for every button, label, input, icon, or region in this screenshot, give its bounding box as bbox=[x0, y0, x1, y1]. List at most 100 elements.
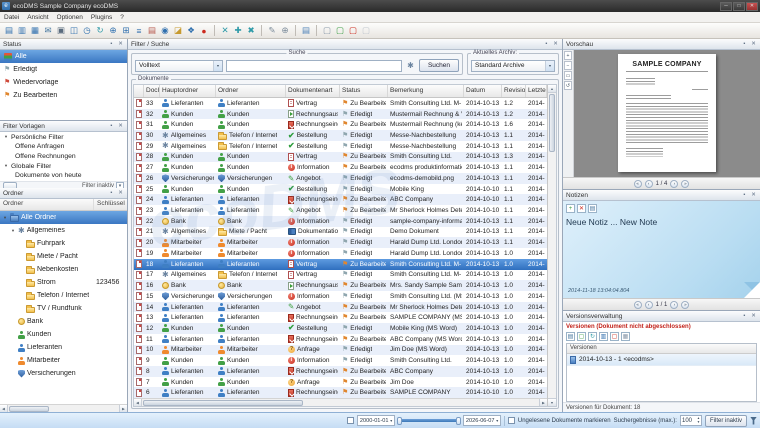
table-row[interactable]: 29✱AllgemeinesTelefon / Internet✔Bestell… bbox=[134, 141, 547, 152]
preview-canvas[interactable]: SAMPLE COMPANY bbox=[574, 50, 760, 177]
folder-tree-item[interactable]: Versicherungen bbox=[0, 367, 127, 380]
refresh-icon[interactable]: ↻ bbox=[94, 25, 106, 37]
doc-history-icon[interactable]: ▢ bbox=[360, 25, 372, 37]
pin-icon[interactable]: ▪ bbox=[543, 41, 550, 48]
status-item[interactable]: ⚑Zu Bearbeiten bbox=[0, 89, 127, 102]
table-row[interactable]: 9KundenKundeniInformation⚑ErledigtSmith … bbox=[134, 355, 547, 366]
menu-item[interactable]: ? bbox=[116, 12, 128, 22]
close-icon[interactable]: ✕ bbox=[117, 41, 124, 48]
zoom-out-icon[interactable]: − bbox=[564, 61, 572, 70]
column-header[interactable]: Status bbox=[340, 85, 388, 97]
folder-tree-item[interactable]: ▾✱Allgemeines bbox=[0, 224, 127, 237]
column-header[interactable]: DocID bbox=[144, 85, 160, 97]
table-row[interactable]: 22BankBankiInformation⚑Erledigtsample-co… bbox=[134, 216, 547, 227]
column-header[interactable]: Hauptordner bbox=[160, 85, 216, 97]
first-page-button[interactable]: « bbox=[634, 301, 642, 309]
date-range-slider[interactable] bbox=[398, 419, 460, 422]
left-arrow-icon[interactable]: ◀ bbox=[0, 405, 8, 412]
pin-icon[interactable]: ▪ bbox=[741, 192, 748, 199]
table-row[interactable]: 26VersicherungenVersicherungen✎Angebot⚑E… bbox=[134, 173, 547, 184]
column-header[interactable]: Ordner bbox=[216, 85, 286, 97]
column-header[interactable] bbox=[134, 85, 144, 97]
table-row[interactable]: 17✱AllgemeinesTelefon / InternetVertrag⚑… bbox=[134, 270, 547, 281]
status-item[interactable]: ⚑Erledigt bbox=[0, 63, 127, 76]
table-row[interactable]: 20MitarbeiterMitarbeiteriInformation⚑Erl… bbox=[134, 237, 547, 248]
search-input[interactable] bbox=[226, 60, 402, 72]
archive-select[interactable]: Standard Archive ▼ bbox=[471, 60, 555, 72]
status-item[interactable]: ⚑Wiedervorlage bbox=[0, 76, 127, 89]
sticky-note[interactable]: +✕▤ Neue Notiz ... New Note 2014-11-18 1… bbox=[563, 201, 760, 298]
results-spinner[interactable]: 100 ▲▼ bbox=[680, 415, 702, 426]
table-row[interactable]: 25KundenKunden✔Bestellung⚑ErledigtMobile… bbox=[134, 184, 547, 195]
close-icon[interactable]: ✕ bbox=[750, 41, 757, 48]
version-add-icon[interactable]: ▢ bbox=[577, 332, 586, 341]
note-delete-icon[interactable]: ✕ bbox=[577, 204, 586, 213]
right-arrow-icon[interactable]: ▶ bbox=[119, 405, 127, 412]
attach-icon[interactable]: ⊕ bbox=[279, 25, 291, 37]
date-to-select[interactable]: 2026-06-07 ▼ bbox=[463, 415, 501, 426]
status-item[interactable]: Alle bbox=[0, 50, 127, 63]
table-row[interactable]: 31KundenKundenRechnungseingang⚑Zu Bearbe… bbox=[134, 119, 547, 130]
chat-icon[interactable]: ❖ bbox=[185, 25, 197, 37]
table-icon[interactable]: ⊞ bbox=[120, 25, 132, 37]
next-page-button[interactable]: › bbox=[670, 301, 678, 309]
pin-icon[interactable]: ▪ bbox=[108, 41, 115, 48]
scroll-thumb[interactable] bbox=[9, 406, 49, 412]
pin-icon[interactable]: ▪ bbox=[108, 123, 115, 130]
print-icon[interactable]: ▣ bbox=[55, 25, 67, 37]
last-page-button[interactable]: » bbox=[681, 301, 689, 309]
folder-up-icon[interactable]: ◪ bbox=[172, 25, 184, 37]
column-header[interactable]: Bemerkung bbox=[388, 85, 464, 97]
inbox-icon[interactable]: ▤ bbox=[146, 25, 158, 37]
email-icon[interactable]: ✉ bbox=[42, 25, 54, 37]
zoom-in-icon[interactable]: + bbox=[564, 51, 572, 60]
menu-item[interactable]: Optionen bbox=[53, 12, 87, 22]
table-vscrollbar[interactable]: ▲ ▼ bbox=[547, 85, 556, 406]
close-button[interactable]: ✕ bbox=[746, 2, 758, 11]
note-print-icon[interactable]: ▤ bbox=[588, 204, 597, 213]
filter-template-item[interactable]: Offene Anfragen bbox=[0, 142, 127, 152]
table-row[interactable]: 6LieferantenLieferantenRechnungseingang⚑… bbox=[134, 387, 547, 398]
folder-tree-item[interactable]: Fuhrpark bbox=[0, 237, 127, 250]
search-button[interactable]: Suchen bbox=[419, 59, 459, 72]
pin-icon[interactable]: ▪ bbox=[108, 190, 115, 197]
version-open-icon[interactable]: ▤ bbox=[566, 332, 575, 341]
folders-hscrollbar[interactable]: ◀ ▶ bbox=[0, 404, 127, 412]
clock-icon[interactable]: ◷ bbox=[81, 25, 93, 37]
filter-group[interactable]: ▾Globale Filter bbox=[0, 161, 127, 171]
up-arrow-icon[interactable]: ▲ bbox=[548, 85, 556, 93]
table-row[interactable]: 16BankBankRechnungsausgang⚑Zu Bearbeiten… bbox=[134, 280, 547, 291]
filter-group[interactable]: ▾Persönliche Filter bbox=[0, 132, 127, 142]
next-page-button[interactable]: › bbox=[670, 180, 678, 188]
close-icon[interactable]: ✕ bbox=[750, 192, 757, 199]
maximize-button[interactable]: □ bbox=[733, 2, 745, 11]
folder-tree-item[interactable]: Lieferanten bbox=[0, 341, 127, 354]
folder-tree-item[interactable]: Kunden bbox=[0, 328, 127, 341]
version-delete-icon[interactable]: ▢ bbox=[610, 332, 619, 341]
user-icon[interactable]: ◉ bbox=[159, 25, 171, 37]
search-add-icon[interactable]: ✚ bbox=[232, 25, 244, 37]
table-row[interactable]: 18LieferantenLieferantenVertrag⚑Zu Bearb… bbox=[134, 259, 547, 270]
folder-tree-item[interactable]: Strom123456 bbox=[0, 276, 127, 289]
left-arrow-icon[interactable]: ◀ bbox=[134, 399, 142, 406]
prev-page-button[interactable]: ‹ bbox=[645, 301, 653, 309]
versions-icon[interactable]: ▥ bbox=[16, 25, 28, 37]
pin-icon[interactable]: ▪ bbox=[741, 41, 748, 48]
classify-icon[interactable]: ≡ bbox=[133, 25, 145, 37]
last-page-button[interactable]: » bbox=[681, 180, 689, 188]
close-icon[interactable]: ✕ bbox=[117, 123, 124, 130]
folder-tree-item[interactable]: ▾Alle Ordner bbox=[0, 211, 127, 224]
column-ordner[interactable]: Ordner bbox=[0, 199, 93, 210]
filter-state-button[interactable]: Filter inaktiv bbox=[705, 415, 747, 427]
column-schluessel[interactable]: Schlüssel bbox=[93, 199, 127, 210]
filter-template-item[interactable]: Offene Rechnungen bbox=[0, 152, 127, 162]
close-icon[interactable]: ✕ bbox=[552, 41, 559, 48]
table-row[interactable]: 23LieferantenLieferanten✎Angebot⚑Zu Bear… bbox=[134, 205, 547, 216]
version-restore-icon[interactable]: ↻ bbox=[588, 332, 597, 341]
doc-new-icon[interactable]: ▢ bbox=[321, 25, 333, 37]
folder-tree-item[interactable]: Miete / Pacht bbox=[0, 250, 127, 263]
search-clear-icon[interactable]: ✕ bbox=[219, 25, 231, 37]
table-row[interactable]: 28KundenKundenVertrag⚑Zu BearbeitenSmith… bbox=[134, 152, 547, 163]
fit-page-icon[interactable]: ▭ bbox=[564, 71, 572, 80]
menu-item[interactable]: Ansicht bbox=[23, 12, 52, 22]
